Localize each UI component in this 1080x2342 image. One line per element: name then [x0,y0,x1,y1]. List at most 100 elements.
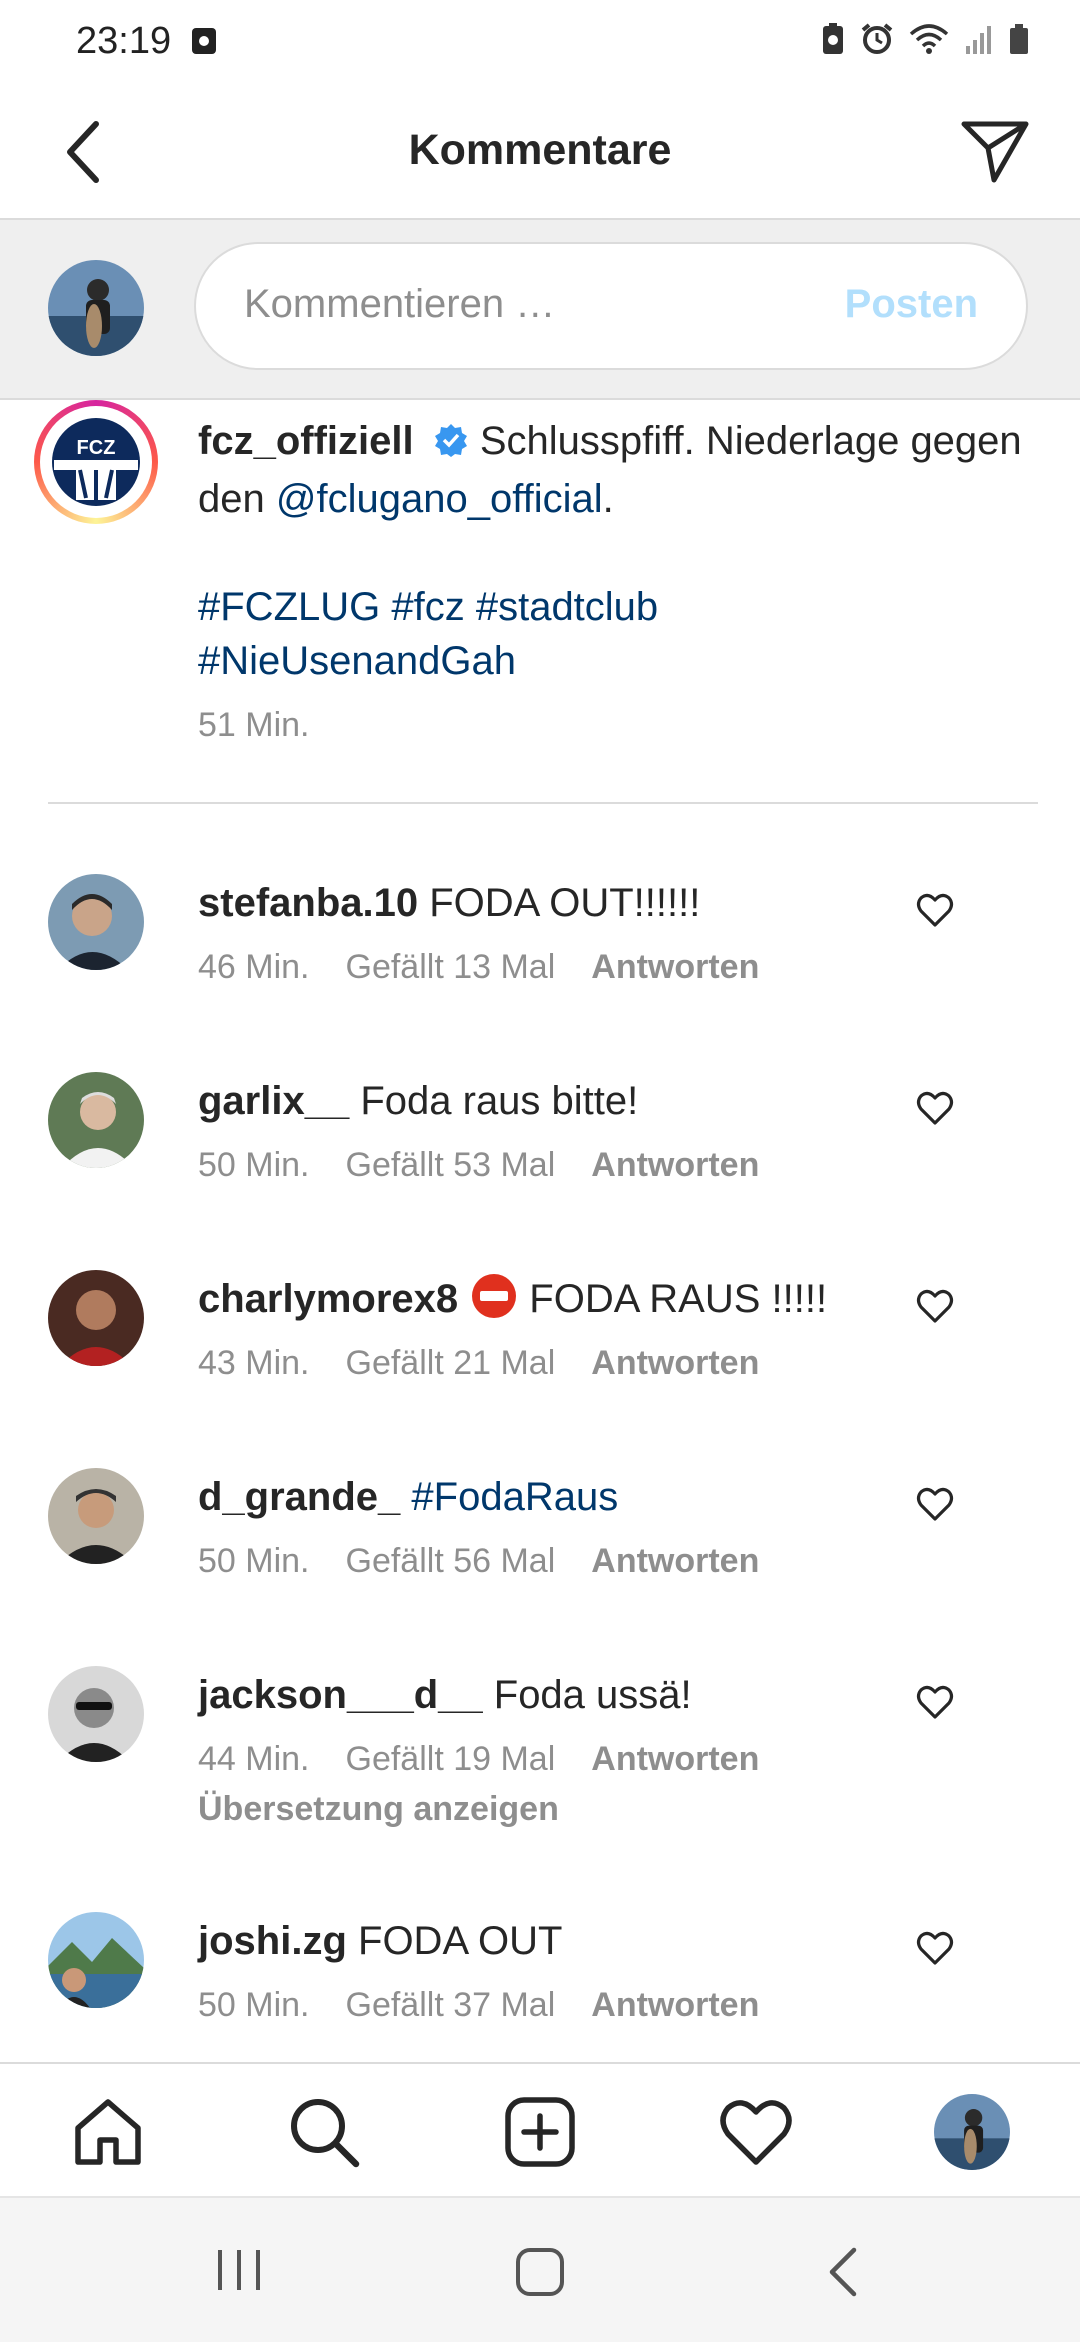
comment-text: d_grande_ #FodaRaus [198,1470,898,1524]
heart-outline-icon[interactable] [916,1684,954,1720]
recent-apps-icon [218,2250,260,2290]
story-ring[interactable]: FCZ [34,400,158,524]
home-icon [75,2099,141,2165]
signal-icon [964,22,994,61]
comment-time: 50 Min. [198,1146,310,1184]
comment-text: charlymorex8 FODA RAUS !!!!! [198,1272,898,1334]
logo-text: FCZ [77,437,116,459]
comment-text: jackson___d__ Foda ussä! [198,1668,898,1722]
bottom-navigation [0,2062,1080,2196]
caption-hashtags[interactable]: #FCZLUG #fcz #stadtclub [198,585,658,629]
avatar[interactable] [48,1666,144,1762]
app-header: Kommentare [0,84,1080,220]
heart-outline-icon[interactable] [916,1288,954,1324]
comment-likes[interactable]: Gefällt 19 Mal [346,1740,556,1778]
avatar[interactable] [48,1912,144,2008]
comment-time: 43 Min. [198,1344,310,1382]
comment-username[interactable]: jackson___d__ [198,1673,483,1717]
heart-outline-icon[interactable] [916,1090,954,1126]
reply-button[interactable]: Antworten [591,948,759,986]
heart-icon [720,2100,792,2165]
recent-apps-button[interactable] [214,2246,264,2299]
reply-button[interactable]: Antworten [591,1146,759,1184]
page-title: Kommentare [408,126,672,174]
avatar[interactable] [48,874,144,970]
heart-outline-icon[interactable] [916,1486,954,1522]
comment-username[interactable]: stefanba.10 [198,881,418,925]
comment-meta: 50 Min. Gefällt 56 Mal Antworten [198,1542,795,1581]
alarm-icon [860,22,894,61]
comment-likes[interactable]: Gefällt 53 Mal [346,1146,556,1184]
comment-input[interactable]: Kommentieren … Posten [194,242,1028,370]
nav-create[interactable] [502,2094,578,2170]
avatar: FCZ [40,406,152,518]
home-button[interactable] [514,2246,566,2303]
caption-username[interactable]: fcz_offiziell [198,419,414,463]
nav-profile[interactable] [934,2094,1010,2170]
avatar[interactable] [48,1468,144,1564]
status-bar: 23:19 [0,0,1080,84]
heart-outline-icon[interactable] [916,1930,954,1966]
comment-text: stefanba.10 FODA OUT!!!!!! [198,876,898,930]
comment-hashtag[interactable]: #FodaRaus [411,1475,618,1519]
comment-body: Foda raus bitte! [349,1079,639,1123]
nav-search[interactable] [286,2094,362,2170]
comment-likes[interactable]: Gefällt 13 Mal [346,948,556,986]
comment-likes[interactable]: Gefällt 37 Mal [346,1986,556,2024]
caption-text: fcz_offiziell Schlusspfiff. Niederlage g… [198,414,1028,688]
status-icons [820,22,1030,61]
status-time: 23:19 [76,20,172,62]
comment-composer: Kommentieren … Posten [0,220,1080,400]
comment-likes[interactable]: Gefällt 21 Mal [346,1344,556,1382]
nav-home[interactable] [70,2094,146,2170]
reply-button[interactable]: Antworten [591,1740,759,1778]
comment-time: 46 Min. [198,948,310,986]
comment-time: 50 Min. [198,1542,310,1580]
caption-timestamp: 51 Min. [198,706,310,744]
system-back-button[interactable] [824,2246,864,2303]
battery-saver-icon [820,22,846,61]
reply-button[interactable]: Antworten [591,1986,759,2024]
nav-activity[interactable] [718,2094,794,2170]
comment-username[interactable]: joshi.zg [198,1919,347,1963]
paper-plane-icon [961,121,1029,183]
comment-username[interactable]: charlymorex8 [198,1277,458,1321]
chevron-left-icon [829,2247,857,2297]
comment-time: 44 Min. [198,1740,310,1778]
comment-meta: 50 Min. Gefällt 37 Mal Antworten [198,1986,795,2025]
search-icon [291,2099,360,2168]
avatar[interactable] [48,1270,144,1366]
comment-body: FODA OUT [346,1919,563,1963]
comment-meta: 44 Min. Gefällt 19 Mal Antworten [198,1740,795,1779]
battery-icon [1008,22,1030,61]
avatar [934,2094,1010,2170]
divider [48,802,1038,804]
comment-username[interactable]: garlix__ [198,1079,349,1123]
avatar[interactable] [48,1072,144,1168]
post-button[interactable]: Posten [845,282,978,327]
wifi-icon [908,22,950,61]
share-button[interactable] [958,116,1032,186]
reply-button[interactable]: Antworten [591,1542,759,1580]
comment-text: joshi.zg FODA OUT [198,1914,898,1968]
plus-square-icon [505,2097,575,2167]
comment-body: Foda ussä! [482,1673,692,1717]
comment-likes[interactable]: Gefällt 56 Mal [346,1542,556,1580]
comment-body [400,1475,411,1519]
reply-button[interactable]: Antworten [591,1344,759,1382]
caption-body-end: . [602,477,614,521]
comment-body: FODA OUT!!!!!! [418,881,701,925]
comment-meta: 50 Min. Gefällt 53 Mal Antworten [198,1146,795,1185]
no-entry-icon [470,1272,518,1334]
show-translation-button[interactable]: Übersetzung anzeigen [198,1790,559,1829]
comment-username[interactable]: d_grande_ [198,1475,400,1519]
caption-hashtags[interactable]: #NieUsenandGah [198,639,516,683]
comment-placeholder: Kommentieren … [244,282,556,326]
system-navigation-bar [0,2196,1080,2342]
comment-text: garlix__ Foda raus bitte! [198,1074,898,1128]
caption-mention[interactable]: @fclugano_official [276,477,603,521]
comment-meta: 43 Min. Gefällt 21 Mal Antworten [198,1344,795,1383]
avatar [48,260,144,356]
heart-outline-icon[interactable] [916,892,954,928]
home-square-icon [516,2248,564,2296]
